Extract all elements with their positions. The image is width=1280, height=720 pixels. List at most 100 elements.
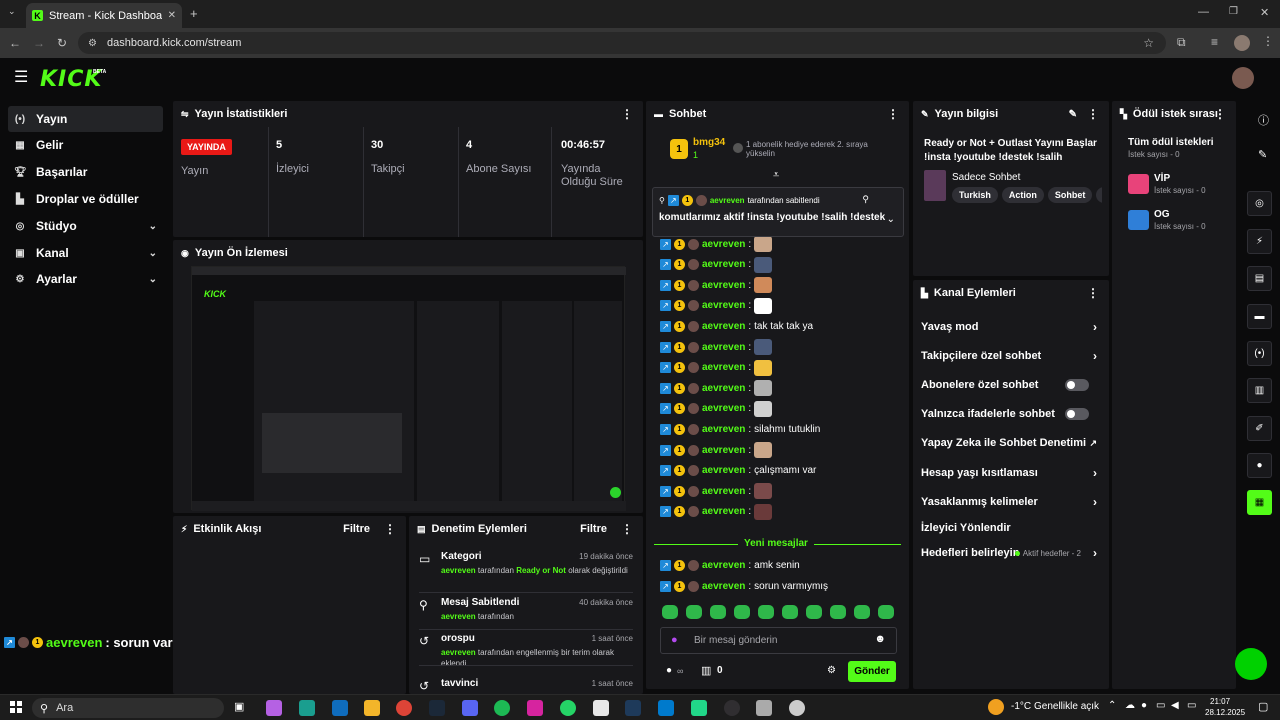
quick-emote-icon[interactable] <box>758 605 774 619</box>
moderator-username[interactable]: aevreven <box>441 566 476 575</box>
camera-icon[interactable]: ◎ <box>1247 191 1272 216</box>
chat-message[interactable]: ↗ 1 aevreven: <box>660 235 773 253</box>
clock-time[interactable]: 21:07 <box>1210 697 1230 706</box>
more-options-icon[interactable]: ⋮ <box>887 107 899 121</box>
chat-username[interactable]: aevreven <box>702 403 745 414</box>
reading-list-icon[interactable]: ≡ <box>1211 35 1218 49</box>
sidebar-item-basarilar[interactable]: 🏆︎ Başarılar <box>8 159 163 185</box>
chat-username[interactable]: aevreven <box>702 362 745 373</box>
emoji-picker-icon[interactable]: ☻ <box>874 633 886 645</box>
obs-icon[interactable] <box>724 700 740 716</box>
moderation-item[interactable]: ▭ Kategori 19 dakika önce aevreven tarafınd… <box>409 550 643 594</box>
moderator-username[interactable]: aevreven <box>441 648 476 657</box>
forward-icon[interactable]: → <box>33 36 45 50</box>
chat-message[interactable]: ↗ 1 aevreven: <box>660 276 773 294</box>
info-icon[interactable]: ⓘ <box>1258 112 1269 128</box>
taskbar-search[interactable]: ⚲ Ara <box>32 698 224 718</box>
reward-name[interactable]: VİP <box>1154 173 1170 184</box>
unpin-icon[interactable]: ⚲ <box>862 194 869 205</box>
sidebar-item-studyo[interactable]: ◎ Stüdyo ⌄ <box>8 213 163 239</box>
channel-action-7[interactable]: İzleyici Yönlendir <box>921 518 1101 538</box>
sidebar-item-ayarlar[interactable]: ⚙ Ayarlar ⌄ <box>8 266 163 292</box>
weather-icon[interactable] <box>988 699 1004 715</box>
sidebar-item-gelir[interactable]: ▦ Gelir <box>8 132 163 158</box>
channel-action-5[interactable]: Hesap yaşı kısıtlaması › <box>921 463 1101 483</box>
mic-icon[interactable]: ● <box>671 634 678 646</box>
whatsapp-icon[interactable] <box>560 700 576 716</box>
close-tab-icon[interactable]: ✕ <box>168 10 176 21</box>
sidebar-item-yayin[interactable]: (•) Yayın <box>8 106 163 132</box>
file-explorer-icon[interactable] <box>364 700 380 716</box>
quick-emote-icon[interactable] <box>686 605 702 619</box>
channel-action-8[interactable]: Hedefleri belirleyin Aktif hedefler - 2 › <box>921 543 1101 563</box>
reward-vip-icon[interactable] <box>1128 174 1149 194</box>
app-icon[interactable] <box>625 700 641 716</box>
stream-tag[interactable]: Sohbet <box>1047 187 1093 203</box>
pencil-icon[interactable]: ✎ <box>1258 148 1267 161</box>
chevron-down-icon[interactable]: ⌄ <box>887 214 895 225</box>
collapse-leaderboard-icon[interactable]: ⩡ <box>773 169 779 182</box>
quick-emote-icon[interactable] <box>854 605 870 619</box>
toggle-switch[interactable] <box>1065 379 1089 391</box>
reward-og-icon[interactable] <box>1128 210 1149 230</box>
chat-message[interactable]: ↗ 1 aevreven: <box>660 441 773 459</box>
channel-action-1[interactable]: Takipçilere özel sohbet › <box>921 346 1101 366</box>
volume-icon[interactable]: ◀ <box>1171 700 1179 711</box>
chat-username[interactable]: aevreven <box>702 239 745 250</box>
channel-action-6[interactable]: Yasaklanmış kelimeler › <box>921 492 1101 512</box>
chat-message[interactable]: ↗ 1 aevreven: sorun varmıymış <box>660 577 828 595</box>
gift-icon[interactable]: ▥ <box>701 664 711 677</box>
channel-action-2[interactable]: Abonelere özel sohbet <box>921 375 1101 395</box>
toggle-switch[interactable] <box>1065 408 1089 420</box>
app-icon[interactable] <box>789 700 805 716</box>
chat-username[interactable]: aevreven <box>702 581 745 592</box>
category-thumbnail[interactable] <box>924 170 946 201</box>
more-options-icon[interactable]: ⋮ <box>621 522 633 536</box>
document-icon[interactable]: ▤ <box>1247 266 1272 291</box>
notification-icon[interactable]: ▢ <box>1258 700 1268 713</box>
site-info-icon[interactable]: ⚙ <box>88 38 97 49</box>
send-button[interactable]: Gönder <box>848 661 896 682</box>
more-options-icon[interactable]: ⋮ <box>1214 107 1226 121</box>
outlook-icon[interactable] <box>332 700 348 716</box>
channel-action-4[interactable]: Yapay Zeka ile Sohbet Denetimi ↗ <box>921 433 1101 453</box>
bookmark-star-icon[interactable]: ☆ <box>1143 36 1154 50</box>
quick-emote-icon[interactable] <box>782 605 798 619</box>
browser-tab[interactable]: K Stream - Kick Dashboard ✕ <box>26 3 182 28</box>
windows-start-icon[interactable] <box>10 701 22 713</box>
filter-button[interactable]: Filtre <box>580 523 607 535</box>
quick-emote-icon[interactable] <box>830 605 846 619</box>
notepad-icon[interactable] <box>593 700 609 716</box>
top-gifter-name[interactable]: bmg34 <box>693 137 725 148</box>
hamburger-menu-icon[interactable]: ☰ <box>14 70 28 86</box>
moderation-item[interactable]: ↺ tavvinci 1 saat önce <box>409 677 643 694</box>
stream-tag[interactable]: Action <box>1001 187 1044 203</box>
chat-username[interactable]: aevreven <box>702 465 745 476</box>
filter-button[interactable]: Filtre <box>343 523 370 535</box>
chat-username[interactable]: aevreven <box>702 486 745 497</box>
stream-tag[interactable]: Turkish <box>952 187 998 203</box>
points-icon[interactable]: ● <box>1247 453 1272 478</box>
layout-icon[interactable]: ▥ <box>1247 378 1272 403</box>
chat-username[interactable]: aevreven <box>702 383 745 394</box>
close-window-icon[interactable]: ✕ <box>1260 6 1269 19</box>
chat-input[interactable]: ● Bir mesaj gönderin ☻ <box>660 627 897 654</box>
tab-search-icon[interactable]: ⌄ <box>8 6 16 17</box>
minimize-icon[interactable]: — <box>1198 6 1209 18</box>
chat-message[interactable]: ↗ 1 aevreven: <box>660 297 773 315</box>
chat-username[interactable]: aevreven <box>702 342 745 353</box>
chat-message[interactable]: ↗ 1 aevreven: <box>660 379 773 397</box>
sidebar-item-kanal[interactable]: ▣ Kanal ⌄ <box>8 240 163 266</box>
quick-emote-icon[interactable] <box>734 605 750 619</box>
category-name[interactable]: Sadece Sohbet <box>952 172 1020 183</box>
wrench-icon[interactable]: ✐ <box>1247 416 1272 441</box>
pycharm-icon[interactable] <box>691 700 707 716</box>
edit-icon[interactable]: ✎ <box>1069 109 1077 120</box>
channel-action-3[interactable]: Yalnızca ifadelerle sohbet <box>921 404 1101 424</box>
status-indicator[interactable] <box>1235 648 1267 680</box>
spotify-icon[interactable] <box>494 700 510 716</box>
chat-icon[interactable]: ▬ <box>1247 304 1272 329</box>
points-icon[interactable]: ● <box>666 665 672 676</box>
instagram-icon[interactable] <box>527 700 543 716</box>
pinned-by-user[interactable]: aevreven <box>710 196 745 205</box>
